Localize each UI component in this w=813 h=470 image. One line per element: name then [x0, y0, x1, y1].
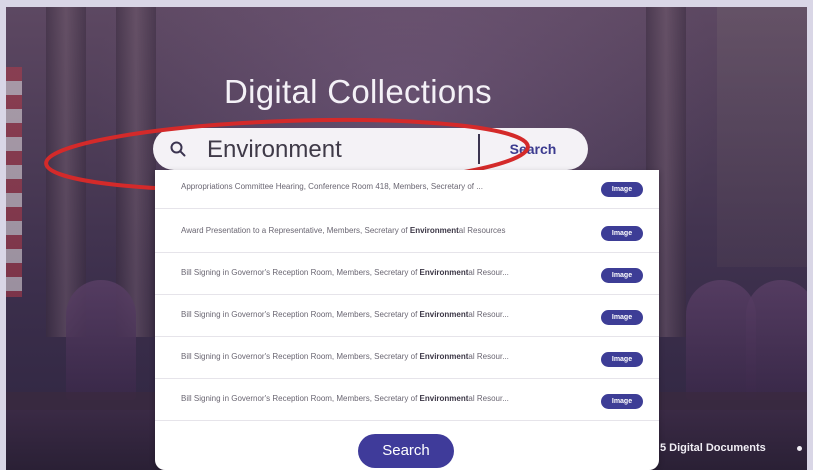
search-results-dropdown: Appropriations Committee Hearing, Confer… — [155, 170, 659, 470]
result-type-badge: Image — [601, 352, 643, 367]
search-input[interactable] — [205, 132, 469, 168]
search-submit-button[interactable]: Search — [358, 434, 454, 468]
result-item[interactable]: Bill Signing in Governor's Reception Roo… — [155, 256, 659, 295]
document-count: 5 Digital Documents — [660, 442, 766, 454]
search-icon — [169, 140, 187, 158]
result-item[interactable]: Bill Signing in Governor's Reception Roo… — [155, 298, 659, 337]
result-title: Bill Signing in Governor's Reception Roo… — [181, 268, 509, 277]
result-title: Bill Signing in Governor's Reception Roo… — [181, 394, 509, 403]
result-type-badge: Image — [601, 394, 643, 409]
result-title: Appropriations Committee Hearing, Confer… — [181, 182, 483, 191]
background-panel — [717, 7, 807, 267]
result-type-badge: Image — [601, 310, 643, 325]
result-item[interactable]: Bill Signing in Governor's Reception Roo… — [155, 340, 659, 379]
search-button[interactable]: Search — [493, 136, 573, 162]
background-chair — [66, 280, 136, 400]
search-divider — [478, 134, 480, 164]
result-type-badge: Image — [601, 268, 643, 283]
search-bar[interactable]: Search — [153, 128, 588, 170]
result-item[interactable]: Bill Signing in Governor's Reception Roo… — [155, 382, 659, 421]
result-type-badge: Image — [601, 182, 643, 197]
result-title: Bill Signing in Governor's Reception Roo… — [181, 352, 509, 361]
background-flag — [6, 67, 22, 297]
result-title: Award Presentation to a Representative, … — [181, 226, 506, 235]
result-title: Bill Signing in Governor's Reception Roo… — [181, 310, 509, 319]
result-type-badge: Image — [601, 226, 643, 241]
result-item[interactable]: Award Presentation to a Representative, … — [155, 214, 659, 253]
carousel-dot[interactable] — [797, 446, 802, 451]
page-title: Digital Collections — [224, 73, 492, 110]
background-chair — [746, 280, 807, 400]
result-item[interactable]: Appropriations Committee Hearing, Confer… — [155, 170, 659, 209]
